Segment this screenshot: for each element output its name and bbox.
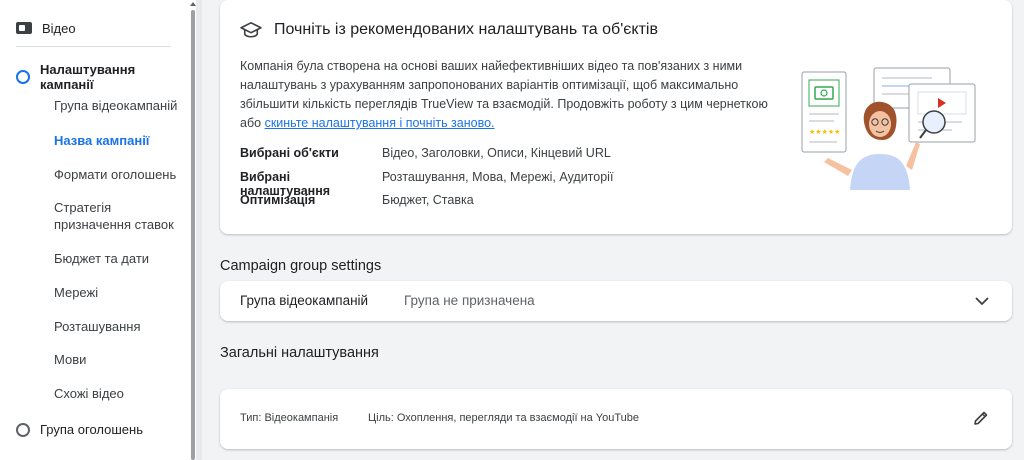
sidebar: Відео Налаштування кампанії Група відеок…: [0, 0, 190, 460]
subnav-item-campaign-group[interactable]: Група відеокампаній: [54, 97, 184, 114]
nav-item-video[interactable]: Відео: [16, 18, 76, 38]
subnav-item-related-videos[interactable]: Схожі відео: [54, 385, 184, 402]
graduation-cap-icon: [240, 21, 262, 38]
campaign-goal-text: Ціль: Охоплення, перегляди та взаємодії …: [368, 412, 640, 424]
video-icon: [16, 22, 32, 34]
nav-section-ad-group[interactable]: Група оголошень: [16, 422, 143, 437]
nav-section-campaign-settings-label: Налаштування кампанії: [40, 62, 136, 92]
svg-text:★★★★★: ★★★★★: [809, 128, 840, 136]
subnav-item-networks[interactable]: Мережі: [54, 284, 184, 301]
subnav-item-bidding-strategy[interactable]: Стратегія призначення ставок: [54, 199, 184, 233]
scrollbar-thumb[interactable]: [191, 10, 195, 460]
panel-divider: [196, 0, 202, 460]
step-circle-icon: [16, 70, 30, 84]
recommendation-description: Компанія була створена на основі ваших н…: [240, 57, 780, 133]
optimization-value: Бюджет, Ставка: [382, 193, 474, 207]
chevron-down-icon[interactable]: [974, 294, 990, 308]
selected-assets-value: Відео, Заголовки, Описи, Кінцевий URL: [382, 146, 611, 160]
subnav-item-campaign-name[interactable]: Назва кампанії: [54, 132, 184, 149]
nav-section-campaign-settings[interactable]: Налаштування кампанії: [16, 62, 190, 92]
optimization-label: Оптимізація: [240, 193, 316, 207]
subnav-item-locations[interactable]: Розташування: [54, 318, 184, 335]
selected-assets-row: Вибрані об'єкти Відео, Заголовки, Описи,…: [240, 146, 611, 160]
edit-pencil-icon[interactable]: [972, 409, 990, 427]
nav-section-ad-group-label: Група оголошень: [40, 422, 143, 437]
campaign-group-label: Група відеокампаній: [240, 293, 369, 308]
recommendation-title: Почніть із рекомендованих налаштувань та…: [240, 21, 658, 39]
recommendation-illustration: ★★★★★: [801, 67, 976, 190]
campaign-group-value: Група не призначена: [404, 293, 535, 308]
step-circle-icon: [16, 422, 30, 437]
subnav-item-budget-dates[interactable]: Бюджет та дати: [54, 250, 184, 267]
campaign-type-text: Тип: Відеокампанія: [240, 412, 339, 424]
optimization-row: Оптимізація Бюджет, Ставка: [240, 193, 474, 207]
campaign-group-panel[interactable]: Група відеокампаній Група не призначена: [220, 281, 1012, 321]
nav-item-video-label: Відео: [42, 20, 76, 36]
campaign-group-heading: Campaign group settings: [220, 258, 382, 274]
subnav-item-ad-formats[interactable]: Формати оголошень: [54, 166, 184, 183]
selected-assets-label: Вибрані об'єкти: [240, 146, 339, 160]
recommendation-card: Почніть із рекомендованих налаштувань та…: [220, 0, 1012, 234]
general-settings-panel[interactable]: Тип: Відеокампанія Ціль: Охоплення, пере…: [220, 389, 1012, 449]
subnav-item-languages[interactable]: Мови: [54, 351, 184, 368]
general-settings-heading: Загальні налаштування: [220, 345, 379, 361]
recommendation-title-text: Почніть із рекомендованих налаштувань та…: [274, 21, 658, 38]
reset-settings-link[interactable]: скиньте налаштування і почніть заново.: [265, 116, 495, 130]
sidebar-divider: [16, 46, 171, 47]
